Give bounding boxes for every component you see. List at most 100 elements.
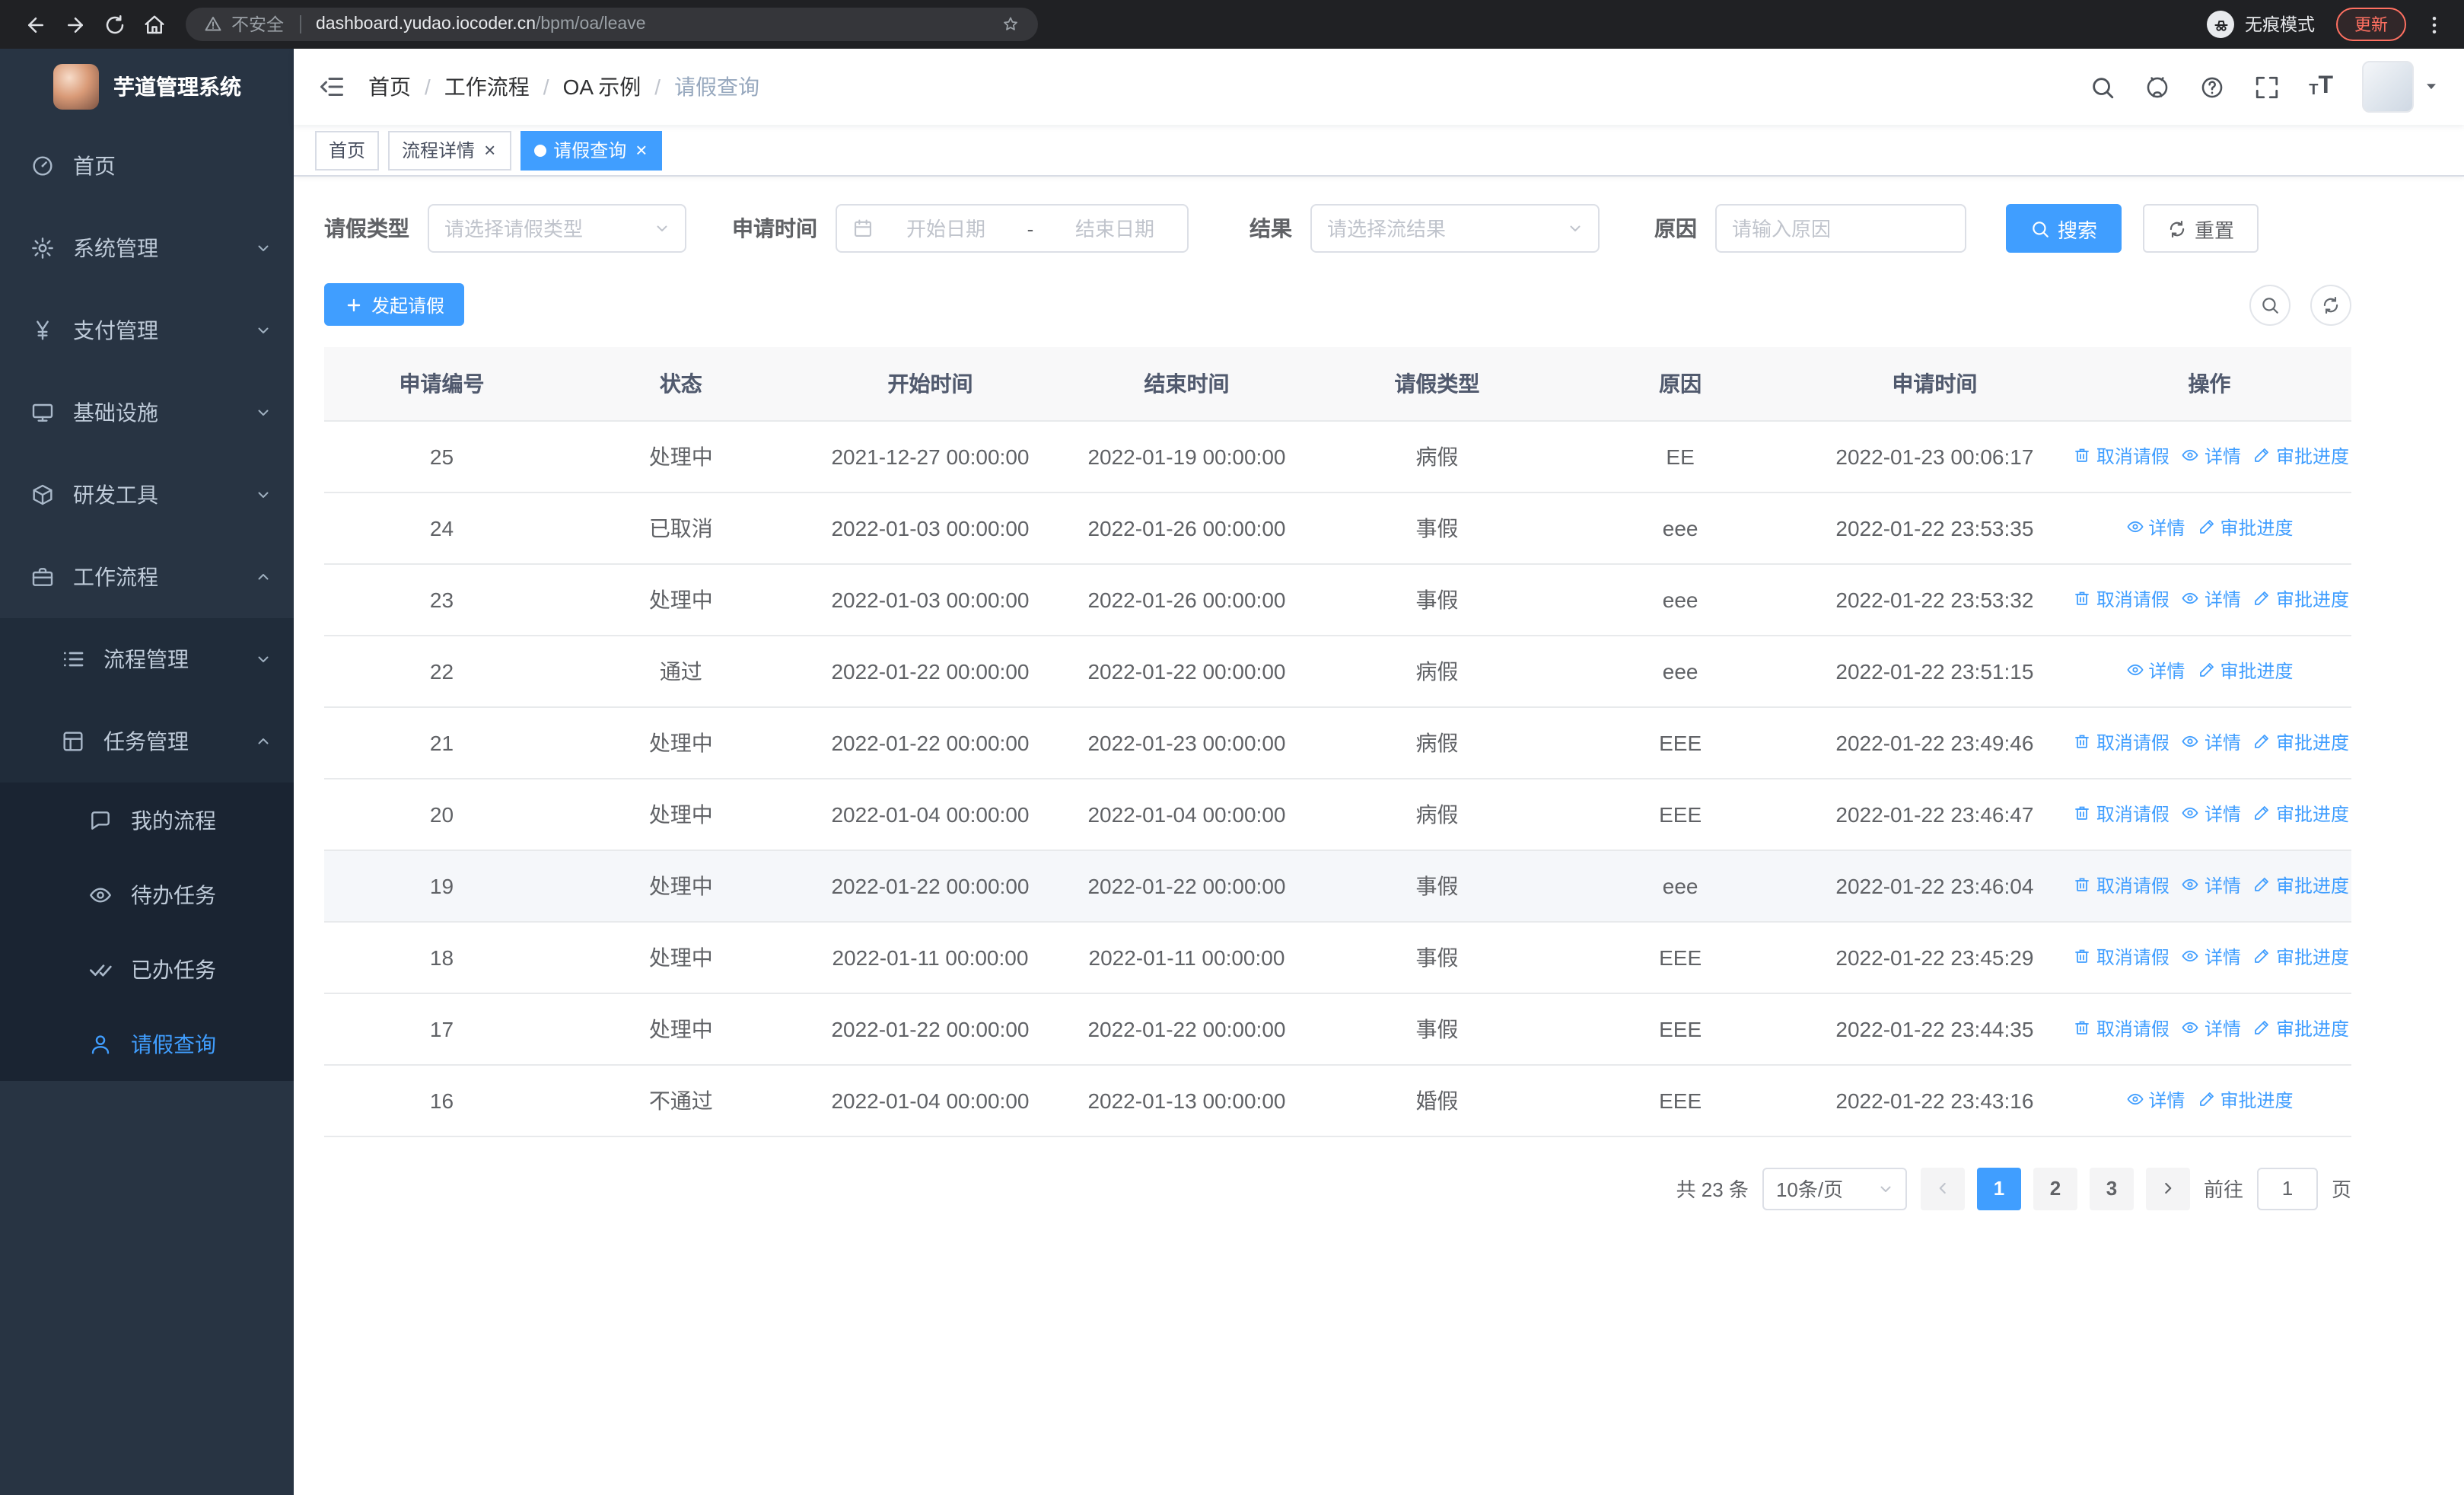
detail-link[interactable]: 详情 (2182, 801, 2241, 827)
sidebar-item[interactable]: 请假查询 (0, 1006, 294, 1081)
browser-home-button[interactable] (134, 5, 173, 44)
progress-link[interactable]: 审批进度 (2197, 658, 2293, 684)
sidebar-item[interactable]: 首页 (0, 125, 294, 207)
breadcrumb-item[interactable]: 工作流程 (444, 72, 530, 102)
detail-link[interactable]: 详情 (2125, 515, 2185, 540)
detail-link[interactable]: 详情 (2182, 586, 2241, 612)
detail-link[interactable]: 详情 (2182, 944, 2241, 970)
user-menu[interactable] (2362, 61, 2440, 113)
action-label: 取消请假 (2096, 875, 2170, 897)
reason-label: 原因 (1654, 216, 1697, 241)
sidebar-item[interactable]: 任务管理 (0, 700, 294, 783)
progress-link[interactable]: 审批进度 (2253, 872, 2349, 898)
breadcrumb-item[interactable]: 首页 (368, 72, 411, 102)
sidebar-item[interactable]: 系统管理 (0, 207, 294, 289)
sidebar-item[interactable]: 基础设施 (0, 371, 294, 454)
browser-back-button[interactable] (15, 5, 55, 44)
result-select[interactable] (1310, 204, 1600, 253)
bookmark-star-button[interactable] (1001, 15, 1020, 33)
progress-link[interactable]: 审批进度 (2253, 729, 2349, 755)
create-leave-button[interactable]: 发起请假 (324, 283, 465, 326)
browser-reload-button[interactable] (94, 5, 134, 44)
header-search-button[interactable] (2090, 74, 2115, 100)
filter-form: 请假类型 申请时间 - 结果 (324, 204, 2351, 253)
cell-status: 处理中 (559, 850, 803, 922)
collapse-sidebar-button[interactable] (318, 73, 345, 100)
goto-page-input[interactable] (2256, 1167, 2318, 1210)
sidebar-item[interactable]: 待办任务 (0, 857, 294, 932)
cell-reason: EEE (1558, 778, 1802, 850)
tab-active[interactable]: 请假查询 × (520, 130, 663, 170)
progress-link[interactable]: 审批进度 (2253, 443, 2349, 469)
cancel-link[interactable]: 取消请假 (2074, 729, 2170, 755)
tab-item[interactable]: 首页 (315, 130, 380, 170)
leave-type-select[interactable] (428, 204, 686, 253)
page-button[interactable]: 2 (2033, 1167, 2077, 1210)
result-select-input[interactable] (1312, 217, 1598, 240)
refresh-table-button[interactable] (2310, 284, 2351, 325)
start-date-input[interactable] (874, 217, 1018, 240)
progress-link[interactable]: 审批进度 (2253, 586, 2349, 612)
reason-input-wrap[interactable] (1715, 204, 1966, 253)
search-button[interactable]: 搜索 (2006, 204, 2122, 253)
column-header: 结束时间 (1058, 347, 1316, 421)
reason-input[interactable] (1717, 217, 1965, 240)
process-icon (61, 647, 85, 671)
page-button[interactable]: 1 (1976, 1167, 2021, 1210)
cancel-link[interactable]: 取消请假 (2074, 443, 2170, 469)
end-date-input[interactable] (1043, 217, 1187, 240)
address-bar[interactable]: 不安全 dashboard.yudao.iocoder.cn/bpm/oa/le… (186, 8, 1038, 41)
docs-help-button[interactable] (2199, 74, 2225, 100)
github-link[interactable] (2144, 74, 2170, 100)
toggle-search-button[interactable] (2249, 284, 2291, 325)
action-label: 取消请假 (2096, 1018, 2170, 1040)
progress-link[interactable]: 审批进度 (2253, 1015, 2349, 1041)
cancel-link[interactable]: 取消请假 (2074, 586, 2170, 612)
browser-menu-button[interactable] (2418, 5, 2449, 44)
sidebar-item[interactable]: 支付管理 (0, 289, 294, 371)
detail-icon (2182, 447, 2200, 465)
detail-link[interactable]: 详情 (2182, 443, 2241, 469)
reset-button[interactable]: 重置 (2143, 204, 2259, 253)
logo-link[interactable]: 芋道管理系统 (0, 49, 294, 125)
progress-link[interactable]: 审批进度 (2197, 1087, 2293, 1113)
next-page-button[interactable] (2145, 1167, 2190, 1210)
fullscreen-button[interactable] (2254, 74, 2280, 100)
browser-update-button[interactable]: 更新 (2336, 8, 2406, 41)
detail-link[interactable]: 详情 (2125, 658, 2185, 684)
sidebar-item-label: 任务管理 (103, 729, 189, 754)
page-button[interactable]: 3 (2089, 1167, 2134, 1210)
sidebar-item[interactable]: 研发工具 (0, 454, 294, 536)
cancel-link[interactable]: 取消请假 (2074, 944, 2170, 970)
close-icon[interactable]: × (482, 140, 497, 160)
progress-link[interactable]: 审批进度 (2253, 801, 2349, 827)
cell-status: 处理中 (559, 921, 803, 993)
progress-link[interactable]: 审批进度 (2253, 944, 2349, 970)
cell-end_time: 2022-01-13 00:00:00 (1058, 1064, 1316, 1136)
cancel-link[interactable]: 取消请假 (2074, 1015, 2170, 1041)
sidebar-item[interactable]: 已办任务 (0, 932, 294, 1006)
detail-link[interactable]: 详情 (2182, 1015, 2241, 1041)
sidebar-item[interactable]: 我的流程 (0, 783, 294, 857)
prev-page-button[interactable] (1920, 1167, 1965, 1210)
sidebar-item[interactable]: 工作流程 (0, 536, 294, 618)
apply-time-range-picker[interactable]: - (836, 204, 1189, 253)
detail-link[interactable]: 详情 (2125, 1087, 2185, 1113)
breadcrumb-item[interactable]: OA 示例 (563, 72, 641, 102)
cell-status: 处理中 (559, 563, 803, 636)
page-size-select[interactable]: 10条/页 (1762, 1167, 1907, 1210)
table-row: 25 处理中 2021-12-27 00:00:00 2022-01-19 00:00… (324, 420, 2351, 492)
font-size-button[interactable]: TT (2309, 73, 2333, 99)
cancel-link[interactable]: 取消请假 (2074, 872, 2170, 898)
font-size-icon: T (2318, 73, 2333, 99)
progress-link[interactable]: 审批进度 (2197, 515, 2293, 540)
cancel-link[interactable]: 取消请假 (2074, 801, 2170, 827)
action-label: 详情 (2204, 1018, 2241, 1040)
close-icon[interactable]: × (634, 140, 648, 160)
leave-type-select-input[interactable] (429, 217, 685, 240)
detail-link[interactable]: 详情 (2182, 872, 2241, 898)
detail-link[interactable]: 详情 (2182, 729, 2241, 755)
sidebar-item[interactable]: 流程管理 (0, 618, 294, 700)
browser-forward-button[interactable] (55, 5, 94, 44)
tab-item[interactable]: 流程详情 × (388, 130, 511, 170)
